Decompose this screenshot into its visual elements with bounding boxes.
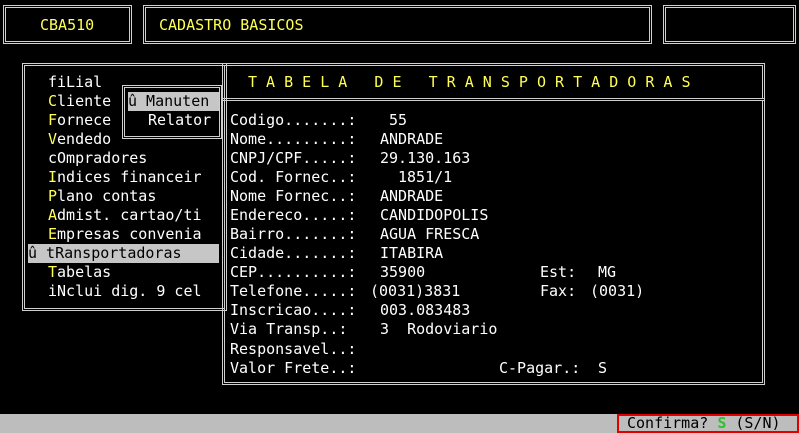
menu-item-fornecedor[interactable]: Fornece <box>48 111 111 130</box>
cidade-label: Cidade.......: <box>230 244 357 262</box>
nome-label: Nome.........: <box>230 130 357 148</box>
program-code: CBA510 <box>40 16 95 34</box>
responsavel-label: Responsavel..: <box>230 340 357 358</box>
bairro-field[interactable]: AGUA FRESCA <box>380 225 479 244</box>
confirm-answer[interactable]: S <box>717 414 726 432</box>
menu-hotkey: P <box>48 187 58 205</box>
inscricao-label: Inscricao....: <box>230 301 357 319</box>
via-transp-label: Via Transp..: <box>230 320 348 338</box>
cnpj-field[interactable]: 29.130.163 <box>380 149 470 168</box>
menu-item-label: endedo <box>57 130 112 148</box>
menu-hotkey: I <box>48 168 58 186</box>
screen-title: CADASTRO BASICOS <box>159 16 304 34</box>
menu-item-vendedor[interactable]: Vendedo <box>48 130 111 149</box>
cod-fornec-label: Cod. Fornec..: <box>230 168 357 186</box>
menu-item-label: ornece <box>57 111 112 129</box>
menu-hotkey: V <box>48 130 58 148</box>
menu-item-filial[interactable]: fiLial <box>48 73 102 92</box>
menu-item-label: iNclui dig. 9 cel <box>48 282 202 300</box>
menu-hotkey: T <box>48 263 58 281</box>
fax-field[interactable]: (0031) <box>590 282 644 301</box>
menu-item-label: ndices financeir <box>57 168 202 186</box>
header-right-box <box>663 5 796 44</box>
bairro-label: Bairro.......: <box>230 225 357 243</box>
menu-item-label: fiLial <box>48 73 103 91</box>
confirm-label: Confirma? <box>627 414 709 432</box>
menu-hotkey: C <box>48 92 58 110</box>
codigo-label: Codigo.......: <box>230 111 357 129</box>
cep-label: CEP..........: <box>230 263 357 281</box>
cidade-field[interactable]: ITABIRA <box>380 244 443 263</box>
menu-item-compradores[interactable]: cOmpradores <box>48 149 147 168</box>
menu-item-label: dmist. cartao/ti <box>57 206 202 224</box>
codigo-field[interactable]: 55 <box>389 111 407 130</box>
program-code-box: CBA510 <box>3 5 132 44</box>
screen-title-box: CADASTRO BASICOS <box>143 5 652 44</box>
est-field[interactable]: MG <box>598 263 616 282</box>
cep-field[interactable]: 35900 <box>380 263 425 282</box>
form-title-box: T A B E L A D E T R A N S P O R T A D O … <box>222 63 765 101</box>
menu-item-label: lano contas <box>57 187 157 205</box>
est-label: Est: <box>540 263 577 281</box>
menu-item-transportadoras[interactable]: û tRansportadoras <box>28 244 219 263</box>
telefone-field[interactable]: (0031)3831 <box>370 282 460 301</box>
c-pagar-field[interactable]: S <box>598 359 607 378</box>
nome-fornec-label: Nome Fornec..: <box>230 187 357 205</box>
menu-item-tabelas[interactable]: Tabelas <box>48 263 111 282</box>
menu-item-empresas-convenio[interactable]: Empresas convenia <box>48 225 202 244</box>
submenu-item-manutencao[interactable]: û Manuten <box>128 92 219 111</box>
confirm-options: (S/N) <box>735 414 781 432</box>
menu-hotkey: F <box>48 111 58 129</box>
menu-item-label: cOmpradores <box>48 149 148 167</box>
menu-item-admist-cartao[interactable]: Admist. cartao/ti <box>48 206 202 225</box>
form-title: T A B E L A D E T R A N S P O R T A D O … <box>248 73 691 91</box>
menu-item-label: abelas <box>57 263 112 281</box>
menu-hotkey: E <box>48 225 58 243</box>
cod-fornec-field[interactable]: 1851/1 <box>398 168 452 187</box>
endereco-field[interactable]: CANDIDOPOLIS <box>380 206 488 225</box>
via-transp-field[interactable]: 3 Rodoviario <box>380 320 497 339</box>
cnpj-label: CNPJ/CPF.....: <box>230 149 357 167</box>
fax-label: Fax: <box>540 282 577 300</box>
menu-item-cliente[interactable]: Cliente <box>48 92 111 111</box>
menu-item-label: mpresas convenia <box>57 225 202 243</box>
endereco-label: Endereco.....: <box>230 206 357 224</box>
confirm-prompt[interactable]: Confirma? S (S/N) <box>617 414 799 433</box>
menu-item-indices[interactable]: Indices financeir <box>48 168 202 187</box>
menu-hotkey: A <box>48 206 58 224</box>
valor-frete-label: Valor Frete..: <box>230 359 357 377</box>
menu-item-plano-contas[interactable]: Plano contas <box>48 187 156 206</box>
inscricao-field[interactable]: 003.083483 <box>380 301 470 320</box>
telefone-label: Telefone.....: <box>230 282 357 300</box>
menu-item-label: û tRansportadoras <box>28 244 182 262</box>
nome-fornec-field[interactable]: ANDRADE <box>380 187 443 206</box>
submenu-item-relatorio[interactable]: Relator <box>148 111 211 130</box>
c-pagar-label: C-Pagar.: <box>499 359 581 377</box>
menu-item-inclui-dig[interactable]: iNclui dig. 9 cel <box>48 282 202 301</box>
nome-field[interactable]: ANDRADE <box>380 130 443 149</box>
menu-item-label: liente <box>57 92 112 110</box>
